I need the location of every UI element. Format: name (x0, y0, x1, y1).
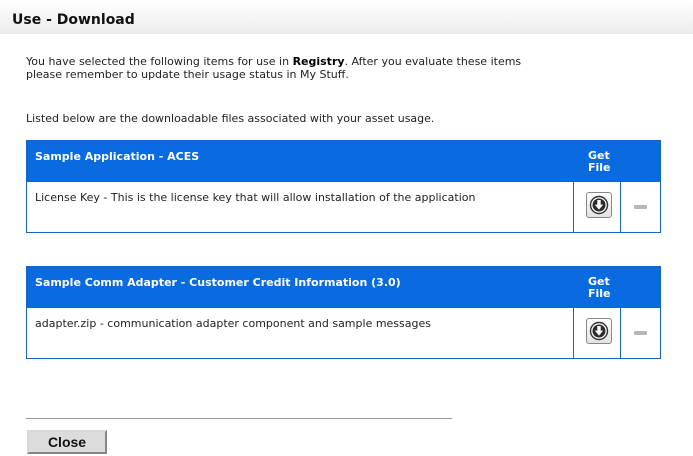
download-cell (579, 182, 621, 232)
download-arrow-icon (589, 321, 609, 341)
dialog-titlebar: Use - Download (0, 0, 693, 34)
download-button[interactable] (586, 318, 612, 344)
listed-text: Listed below are the downloadable files … (26, 112, 435, 125)
file-row: License Key - This is the license key th… (27, 181, 660, 232)
file-description: adapter.zip - communication adapter comp… (27, 308, 574, 358)
remove-cell[interactable] (621, 182, 660, 232)
file-description: License Key - This is the license key th… (27, 182, 574, 232)
get-file-line2: File (588, 161, 611, 174)
minus-icon[interactable] (634, 205, 647, 209)
footer-divider (26, 418, 452, 419)
intro-registry: Registry (292, 55, 345, 68)
download-button[interactable] (586, 192, 612, 218)
asset-table: Sample Comm Adapter - Customer Credit In… (26, 266, 661, 359)
asset-name: Sample Application - ACES (35, 150, 200, 163)
intro-line1-prefix: You have selected the following items fo… (26, 55, 293, 68)
get-file-header: Get File (588, 276, 628, 300)
download-cell (579, 308, 621, 358)
asset-header: Sample Application - ACES Get File (27, 141, 660, 181)
asset-header: Sample Comm Adapter - Customer Credit In… (27, 267, 660, 307)
close-button[interactable]: Close (27, 430, 107, 454)
minus-icon[interactable] (634, 331, 647, 335)
asset-name: Sample Comm Adapter - Customer Credit In… (35, 276, 401, 289)
get-file-header: Get File (588, 150, 628, 174)
intro-line1-suffix: . After you evaluate these items (344, 55, 522, 68)
dialog-title: Use - Download (12, 12, 135, 28)
intro-line2: please remember to update their usage st… (26, 68, 349, 81)
asset-table: Sample Application - ACES Get File Licen… (26, 140, 661, 233)
get-file-line2: File (588, 287, 611, 300)
download-arrow-icon (589, 195, 609, 215)
intro-text: You have selected the following items fo… (26, 55, 693, 81)
file-row: adapter.zip - communication adapter comp… (27, 307, 660, 358)
remove-cell[interactable] (621, 308, 660, 358)
